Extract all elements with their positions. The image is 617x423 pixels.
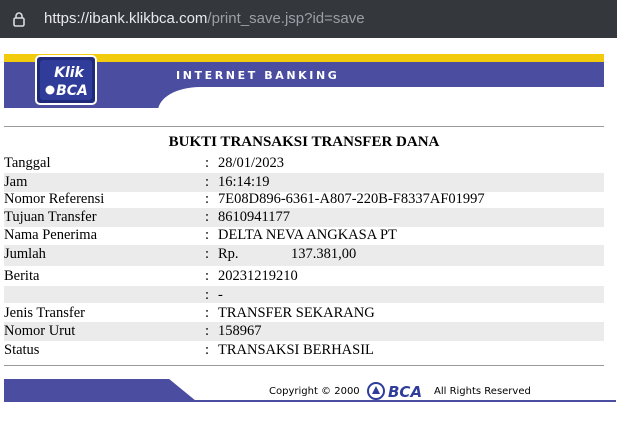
- copyright-text: Copyright © 2000: [269, 386, 360, 397]
- row-colon: :: [205, 191, 210, 207]
- row-nomor-referensi: Nomor Referensi : 7E08D896-6361-A807-220…: [4, 190, 604, 209]
- receipt-title: BUKTI TRANSAKSI TRANSFER DANA: [168, 134, 440, 150]
- row-tanggal: Tanggal : 28/01/2023: [4, 154, 604, 173]
- row-colon: :: [205, 342, 210, 358]
- row-value: 20231219210: [218, 268, 298, 284]
- klikbca-logo: Klik BCA: [35, 55, 97, 105]
- row-label: Jenis Transfer: [4, 305, 85, 321]
- row-colon: :: [205, 209, 210, 225]
- footer-line: [4, 400, 616, 402]
- row-currency: Rp.: [218, 246, 239, 262]
- row-label: Status: [4, 342, 40, 358]
- row-nomor-urut: Nomor Urut : 158967: [4, 322, 604, 341]
- banner-title: INTERNET BANKING: [176, 69, 340, 82]
- row-nama-penerima: Nama Penerima : DELTA NEVA ANGKASA PT: [4, 226, 604, 245]
- divider-top: [4, 126, 604, 127]
- row-value: 158967: [218, 323, 262, 339]
- lock-icon: [13, 12, 25, 27]
- footer-bar: [4, 379, 196, 401]
- row-label: Nomor Urut: [4, 323, 76, 339]
- row-value: 7E08D896-6361-A807-220B-F8337AF01997: [218, 191, 485, 207]
- row-colon: :: [205, 227, 210, 243]
- banner-curve: [158, 87, 604, 108]
- row-label: Berita: [4, 268, 40, 284]
- row-colon: :: [205, 246, 210, 262]
- row-value: 28/01/2023: [218, 155, 285, 171]
- bca-logo-text: BCA: [388, 383, 422, 401]
- row-value: TRANSAKSI BERHASIL: [218, 342, 374, 358]
- logo-line2: BCA: [56, 83, 88, 99]
- row-label: Nomor Referensi: [4, 191, 105, 207]
- row-amount: 137.381,00: [291, 246, 357, 262]
- row-value: DELTA NEVA ANGKASA PT: [218, 227, 397, 243]
- row-label: Tujuan Transfer: [4, 209, 97, 225]
- url-text[interactable]: https://ibank.klikbca.com/print_save.jsp…: [44, 11, 365, 27]
- row-berita: Berita : 20231219210: [4, 267, 604, 286]
- rights-text: All Rights Reserved: [434, 386, 531, 397]
- row-jumlah: Jumlah : Rp. 137.381,00: [4, 245, 604, 266]
- row-label: Nama Penerima: [4, 227, 98, 243]
- row-jenis-transfer: Jenis Transfer : TRANSFER SEKARANG: [4, 304, 604, 323]
- row-colon: :: [205, 323, 210, 339]
- row-colon: :: [205, 287, 210, 303]
- row-colon: :: [205, 305, 210, 321]
- bca-logo: BCA: [367, 382, 422, 401]
- address-bar[interactable]: https://ibank.klikbca.com/print_save.jsp…: [0, 0, 617, 38]
- url-host: https://ibank.klikbca.com: [44, 10, 208, 27]
- row-label: Jumlah: [4, 246, 46, 262]
- row-colon: :: [205, 155, 210, 171]
- row-label: Jam: [4, 174, 28, 190]
- row-colon: :: [205, 268, 210, 284]
- row-tujuan-transfer: Tujuan Transfer : 8610941177: [4, 208, 604, 227]
- row-status: Status : TRANSAKSI BERHASIL: [4, 341, 604, 360]
- row-value: -: [218, 287, 223, 303]
- divider-bottom: [4, 365, 604, 366]
- row-label: Tanggal: [4, 155, 51, 171]
- row-berita-line2: : -: [4, 286, 604, 303]
- row-value: TRANSFER SEKARANG: [218, 305, 375, 321]
- row-value: 16:14:19: [218, 174, 270, 190]
- row-value: 8610941177: [218, 209, 290, 225]
- url-path: /print_save.jsp?id=save: [207, 10, 365, 27]
- row-colon: :: [205, 174, 210, 190]
- logo-line1: Klik: [54, 65, 85, 81]
